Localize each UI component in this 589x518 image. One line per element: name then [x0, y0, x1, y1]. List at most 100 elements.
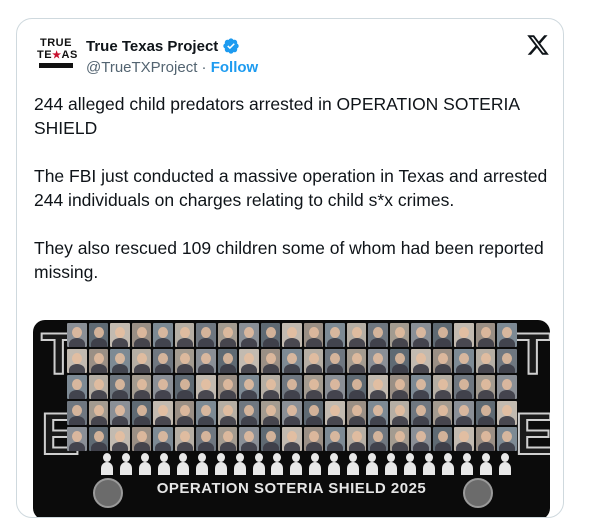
silhouette-icon: [233, 453, 246, 475]
mugshot-photo: [217, 401, 237, 425]
mugshot-photo: [67, 323, 87, 347]
mugshot-photo: [497, 375, 517, 399]
mugshot-photo: [88, 323, 108, 347]
mugshot-photo: [497, 349, 517, 373]
mugshot-photo: [260, 323, 280, 347]
mugshot-photo: [67, 375, 87, 399]
mugshot-photo: [153, 401, 173, 425]
silhouette-icon: [195, 453, 208, 475]
mugshot-photo: [368, 349, 388, 373]
mugshot-photo: [239, 375, 259, 399]
mugshot-photo: [475, 375, 495, 399]
mugshot-photo: [303, 323, 323, 347]
mugshot-photo: [454, 375, 474, 399]
author-handle-row: @TrueTXProject · Follow: [86, 59, 258, 76]
mugshot-photo: [454, 427, 474, 451]
mugshot-photo: [346, 375, 366, 399]
mugshot-photo: [196, 427, 216, 451]
verified-badge-icon: [223, 38, 239, 54]
mugshot-photo: [325, 427, 345, 451]
mugshot-photo: [454, 349, 474, 373]
mugshot-photo: [153, 427, 173, 451]
silhouette-icon: [347, 453, 360, 475]
silhouette-icon: [366, 453, 379, 475]
mugshot-photo: [303, 375, 323, 399]
x-logo-icon[interactable]: [525, 33, 551, 57]
mugshot-photo: [411, 323, 431, 347]
mugshot-photo: [389, 375, 409, 399]
mugshot-photo: [432, 427, 452, 451]
silhouette-icon: [385, 453, 398, 475]
mugshot-photo: [153, 375, 173, 399]
mugshot-photo: [346, 323, 366, 347]
mugshot-photo: [174, 349, 194, 373]
author-name-text[interactable]: True Texas Project: [86, 38, 218, 55]
author-name[interactable]: True Texas Project: [86, 37, 240, 55]
mugshot-photo: [67, 401, 87, 425]
tweet-paragraph: They also rescued 109 children some of w…: [34, 238, 544, 282]
silhouette-icon: [252, 453, 265, 475]
mugshot-photo: [282, 427, 302, 451]
silhouette-icon: [441, 453, 454, 475]
silhouette-icon: [328, 453, 341, 475]
mugshot-photo: [67, 427, 87, 451]
silhouette-icon: [214, 453, 227, 475]
mugshot-photo: [260, 401, 280, 425]
media-banner-text: OPERATION SOTERIA SHIELD 2025: [156, 480, 427, 497]
follow-button[interactable]: Follow: [211, 59, 259, 76]
mugshot-photo: [303, 401, 323, 425]
mugshot-photo: [432, 401, 452, 425]
mugshot-photo: [432, 323, 452, 347]
silhouette-icon: [176, 453, 189, 475]
mugshot-photo: [260, 427, 280, 451]
mugshot-photo: [174, 375, 194, 399]
mugshot-photo: [389, 323, 409, 347]
mugshot-photo: [497, 323, 517, 347]
mugshot-photo: [325, 323, 345, 347]
mugshot-grid: [67, 323, 522, 451]
mugshot-photo: [239, 349, 259, 373]
mugshot-photo: [196, 323, 216, 347]
mugshot-photo: [131, 375, 151, 399]
mugshot-photo: [389, 401, 409, 425]
mugshot-photo: [131, 427, 151, 451]
silhouette-row: [101, 453, 511, 475]
mugshot-photo: [110, 427, 130, 451]
mugshot-photo: [131, 349, 151, 373]
silhouette-icon: [138, 453, 151, 475]
mugshot-photo: [368, 375, 388, 399]
silhouette-icon: [498, 453, 511, 475]
mugshot-photo: [174, 427, 194, 451]
silhouette-icon: [404, 453, 416, 475]
mugshot-photo: [260, 375, 280, 399]
mugshot-photo: [217, 375, 237, 399]
silhouette-icon: [119, 453, 132, 475]
mugshot-photo: [217, 427, 237, 451]
tweet-media-image[interactable]: T T E E OPERATION SOTERIA SHIELD 2025: [33, 320, 550, 517]
silhouette-icon: [271, 453, 284, 475]
mugshot-photo: [196, 401, 216, 425]
author-handle[interactable]: @TrueTXProject: [86, 59, 197, 76]
mugshot-photo: [475, 349, 495, 373]
tweet-paragraph: The FBI just conducted a massive operati…: [34, 166, 548, 210]
silhouette-icon: [157, 453, 170, 475]
mugshot-photo: [174, 401, 194, 425]
mugshot-photo: [411, 427, 431, 451]
mugshot-photo: [497, 427, 517, 451]
mugshot-photo: [260, 349, 280, 373]
tweet-text: 244 alleged child predators arrested in …: [34, 92, 549, 308]
mugshot-photo: [110, 401, 130, 425]
mugshot-photo: [432, 349, 452, 373]
author-avatar-logo[interactable]: TRUE TE★AS: [37, 38, 77, 70]
mugshot-photo: [217, 323, 237, 347]
mugshot-photo: [368, 401, 388, 425]
mugshot-photo: [454, 323, 474, 347]
silhouette-icon: [101, 453, 113, 475]
mugshot-photo: [497, 401, 517, 425]
mugshot-photo: [346, 349, 366, 373]
mugshot-photo: [282, 323, 302, 347]
mugshot-photo: [346, 427, 366, 451]
mugshot-photo: [217, 349, 237, 373]
tweet-card[interactable]: TRUE TE★AS True Texas Project @TrueTXPro…: [16, 18, 564, 518]
mugshot-photo: [325, 375, 345, 399]
